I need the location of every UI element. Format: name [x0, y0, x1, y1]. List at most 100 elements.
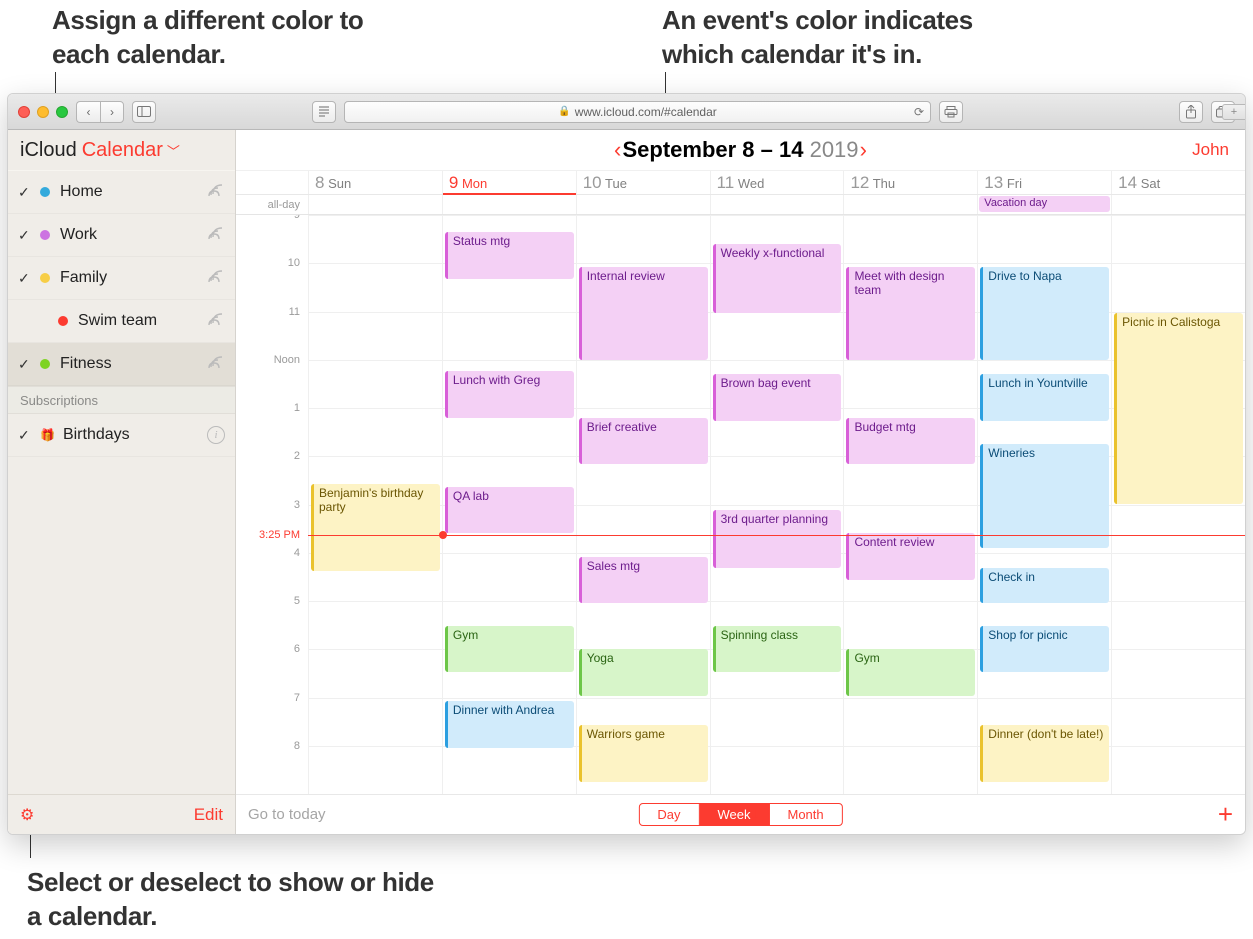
week-grid[interactable]: 91011Noon123456783:25 PM Benjamin's birt…	[236, 215, 1245, 794]
share-icon[interactable]	[207, 313, 223, 330]
day-header[interactable]: 8 Sun	[308, 171, 442, 194]
minimize-button[interactable]	[37, 106, 49, 118]
calendar-event[interactable]: Sales mtg	[579, 557, 708, 603]
allday-cell[interactable]	[710, 195, 844, 214]
day-column[interactable]: Picnic in Calistoga	[1111, 215, 1245, 794]
subscriptions-header: Subscriptions	[8, 386, 235, 414]
reader-button[interactable]	[312, 101, 336, 123]
sidebar-toggle-button[interactable]	[132, 101, 156, 123]
day-column[interactable]: Meet with design team Budget mtg Content r…	[843, 215, 977, 794]
day-column[interactable]: Internal review Brief creative Sales mtg Yo…	[576, 215, 710, 794]
back-button[interactable]: ‹	[76, 101, 100, 123]
annotation-select-deselect: Select or deselect to show or hide a cal…	[27, 866, 447, 934]
gift-icon: 🎁	[40, 428, 55, 442]
day-column[interactable]: Weekly x-functional Brown bag event 3rd qu…	[710, 215, 844, 794]
calendar-event[interactable]: Drive to Napa	[980, 267, 1109, 360]
calendar-event[interactable]: Gym	[445, 626, 574, 672]
sidebar-calendar-item[interactable]: Swim team	[8, 300, 235, 343]
checkbox[interactable]: ✓	[18, 184, 32, 201]
calendar-event[interactable]: Check in	[980, 568, 1109, 603]
prev-week-button[interactable]: ‹	[606, 137, 629, 163]
download-icon[interactable]	[752, 806, 760, 823]
day-header[interactable]: 10 Tue	[576, 171, 710, 194]
sidebar-calendar-item[interactable]: ✓Fitness	[8, 343, 235, 386]
lock-icon: 🔒	[558, 106, 570, 117]
allday-event[interactable]: Vacation day	[979, 196, 1110, 212]
calendar-name: Home	[60, 183, 103, 201]
checkbox[interactable]: ✓	[18, 356, 32, 373]
calendar-event[interactable]: Brown bag event	[713, 374, 842, 420]
calendar-event[interactable]: Meet with design team	[846, 267, 975, 360]
close-button[interactable]	[18, 106, 30, 118]
sidebar-subscription-item[interactable]: ✓ 🎁 Birthdays i	[8, 414, 235, 457]
day-header[interactable]: 11 Wed	[710, 171, 844, 194]
calendar-event[interactable]: Wineries	[980, 444, 1109, 548]
goto-today-button[interactable]: Go to today	[248, 806, 326, 823]
calendar-event[interactable]: Dinner with Andrea	[445, 701, 574, 747]
calendar-event[interactable]: Dinner (don't be late!)	[980, 725, 1109, 783]
day-header[interactable]: 14 Sat	[1111, 171, 1245, 194]
calendar-event[interactable]: QA lab	[445, 487, 574, 533]
day-header[interactable]: 13 Fri	[977, 171, 1111, 194]
current-time-label: 3:25 PM	[259, 529, 300, 541]
checkbox[interactable]: ✓	[18, 227, 32, 244]
print-button[interactable]	[939, 101, 963, 123]
share-icon[interactable]	[207, 356, 223, 373]
day-column[interactable]: Benjamin's birthday party	[308, 215, 442, 794]
next-week-button[interactable]: ›	[852, 137, 875, 163]
calendar-event[interactable]: Gym	[846, 649, 975, 695]
sidebar-footer: ⚙ Edit	[8, 794, 235, 834]
day-column[interactable]: Status mtg Lunch with Greg QA lab Gym Dinner…	[442, 215, 576, 794]
calendar-event[interactable]: Benjamin's birthday party	[311, 484, 440, 571]
day-header[interactable]: 12 Thu	[843, 171, 977, 194]
share-icon	[1185, 105, 1197, 119]
share-button[interactable]	[1179, 101, 1203, 123]
sidebar-calendar-item[interactable]: ✓Work	[8, 214, 235, 257]
share-icon[interactable]	[207, 184, 223, 201]
calendar-event[interactable]: Internal review	[579, 267, 708, 360]
hour-label: 2	[294, 450, 300, 462]
calendar-event[interactable]: Budget mtg	[846, 418, 975, 464]
share-icon[interactable]	[207, 270, 223, 287]
view-day-button[interactable]: Day	[639, 804, 699, 825]
app-title[interactable]: iCloud Calendar ﹀	[8, 130, 235, 171]
calendar-name: Birthdays	[63, 426, 130, 444]
calendar-event[interactable]: Lunch with Greg	[445, 371, 574, 417]
user-name[interactable]: John	[1192, 140, 1229, 160]
maximize-button[interactable]	[56, 106, 68, 118]
checkbox[interactable]: ✓	[18, 270, 32, 287]
add-event-button[interactable]: +	[1218, 799, 1233, 830]
gear-icon[interactable]: ⚙	[20, 805, 34, 825]
calendar-event[interactable]: Content review	[846, 533, 975, 579]
edit-button[interactable]: Edit	[194, 805, 223, 825]
checkbox[interactable]: ✓	[18, 427, 32, 444]
sidebar-calendar-item[interactable]: ✓ Home	[8, 171, 235, 214]
hour-label: 11	[289, 306, 300, 318]
day-header[interactable]: 9 Mon	[442, 171, 576, 194]
calendar-event[interactable]: Weekly x-functional	[713, 244, 842, 313]
allday-cell[interactable]: Vacation day	[977, 195, 1111, 214]
allday-cell[interactable]	[308, 195, 442, 214]
calendar-event[interactable]: Shop for picnic	[980, 626, 1109, 672]
share-icon[interactable]	[207, 227, 223, 244]
calendar-event[interactable]: Picnic in Calistoga	[1114, 313, 1243, 504]
calendar-event[interactable]: Warriors game	[579, 725, 708, 783]
calendar-event[interactable]: 3rd quarter planning	[713, 510, 842, 568]
calendar-event[interactable]: Lunch in Yountville	[980, 374, 1109, 420]
view-month-button[interactable]: Month	[769, 804, 841, 825]
allday-cell[interactable]	[576, 195, 710, 214]
calendar-event[interactable]: Brief creative	[579, 418, 708, 464]
sidebar-calendar-item[interactable]: ✓Family	[8, 257, 235, 300]
allday-cell[interactable]	[1111, 195, 1245, 214]
calendar-event[interactable]: Status mtg	[445, 232, 574, 278]
info-icon[interactable]: i	[207, 426, 225, 444]
allday-cell[interactable]	[843, 195, 977, 214]
allday-cell[interactable]	[442, 195, 576, 214]
forward-button[interactable]: ›	[100, 101, 124, 123]
calendar-event[interactable]: Yoga	[579, 649, 708, 695]
calendar-event[interactable]: Spinning class	[713, 626, 842, 672]
reload-icon[interactable]: ⟳	[914, 105, 924, 119]
url-bar[interactable]: 🔒 www.icloud.com/#calendar ⟳	[344, 101, 931, 123]
day-column[interactable]: Drive to Napa Lunch in Yountville Wineries…	[977, 215, 1111, 794]
new-tab-button[interactable]: +	[1222, 104, 1246, 120]
